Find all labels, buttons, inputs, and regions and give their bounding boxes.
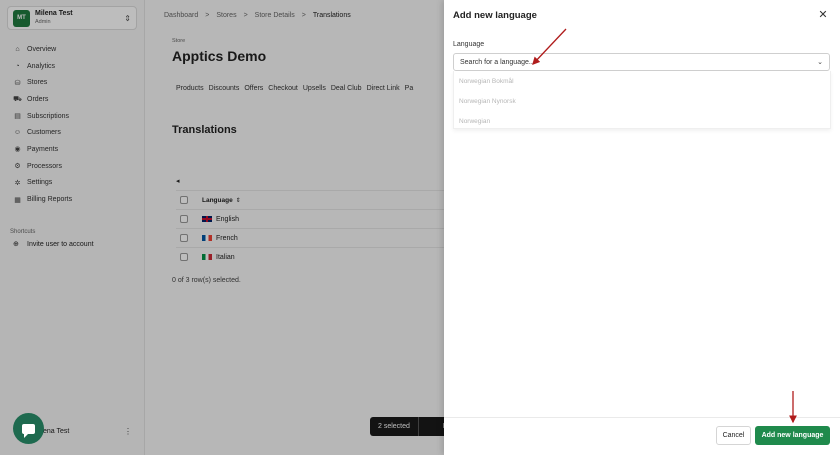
language-option[interactable]: Norwegian Nynorsk: [454, 91, 830, 111]
language-option[interactable]: Norwegian: [454, 111, 830, 131]
add-new-language-button[interactable]: Add new language: [755, 426, 830, 445]
chat-widget-button[interactable]: [13, 413, 44, 444]
language-option[interactable]: Norwegian Bokmål: [454, 71, 830, 91]
language-select[interactable]: Search for a language... ⌄: [453, 53, 830, 71]
language-options-list: Norwegian Bokmål Norwegian Nynorsk Norwe…: [453, 71, 831, 129]
close-icon[interactable]: ✕: [816, 8, 830, 22]
cancel-button[interactable]: Cancel: [716, 426, 751, 445]
language-field-label: Language: [453, 41, 485, 48]
language-search-placeholder: Search for a language...: [460, 58, 535, 66]
chat-icon: [22, 423, 35, 438]
chevron-down-icon: ⌄: [817, 59, 823, 66]
add-language-drawer: Add new language ✕ Language Search for a…: [444, 0, 840, 455]
drawer-footer: Cancel Add new language: [444, 417, 840, 455]
drawer-title: Add new language: [453, 10, 537, 21]
